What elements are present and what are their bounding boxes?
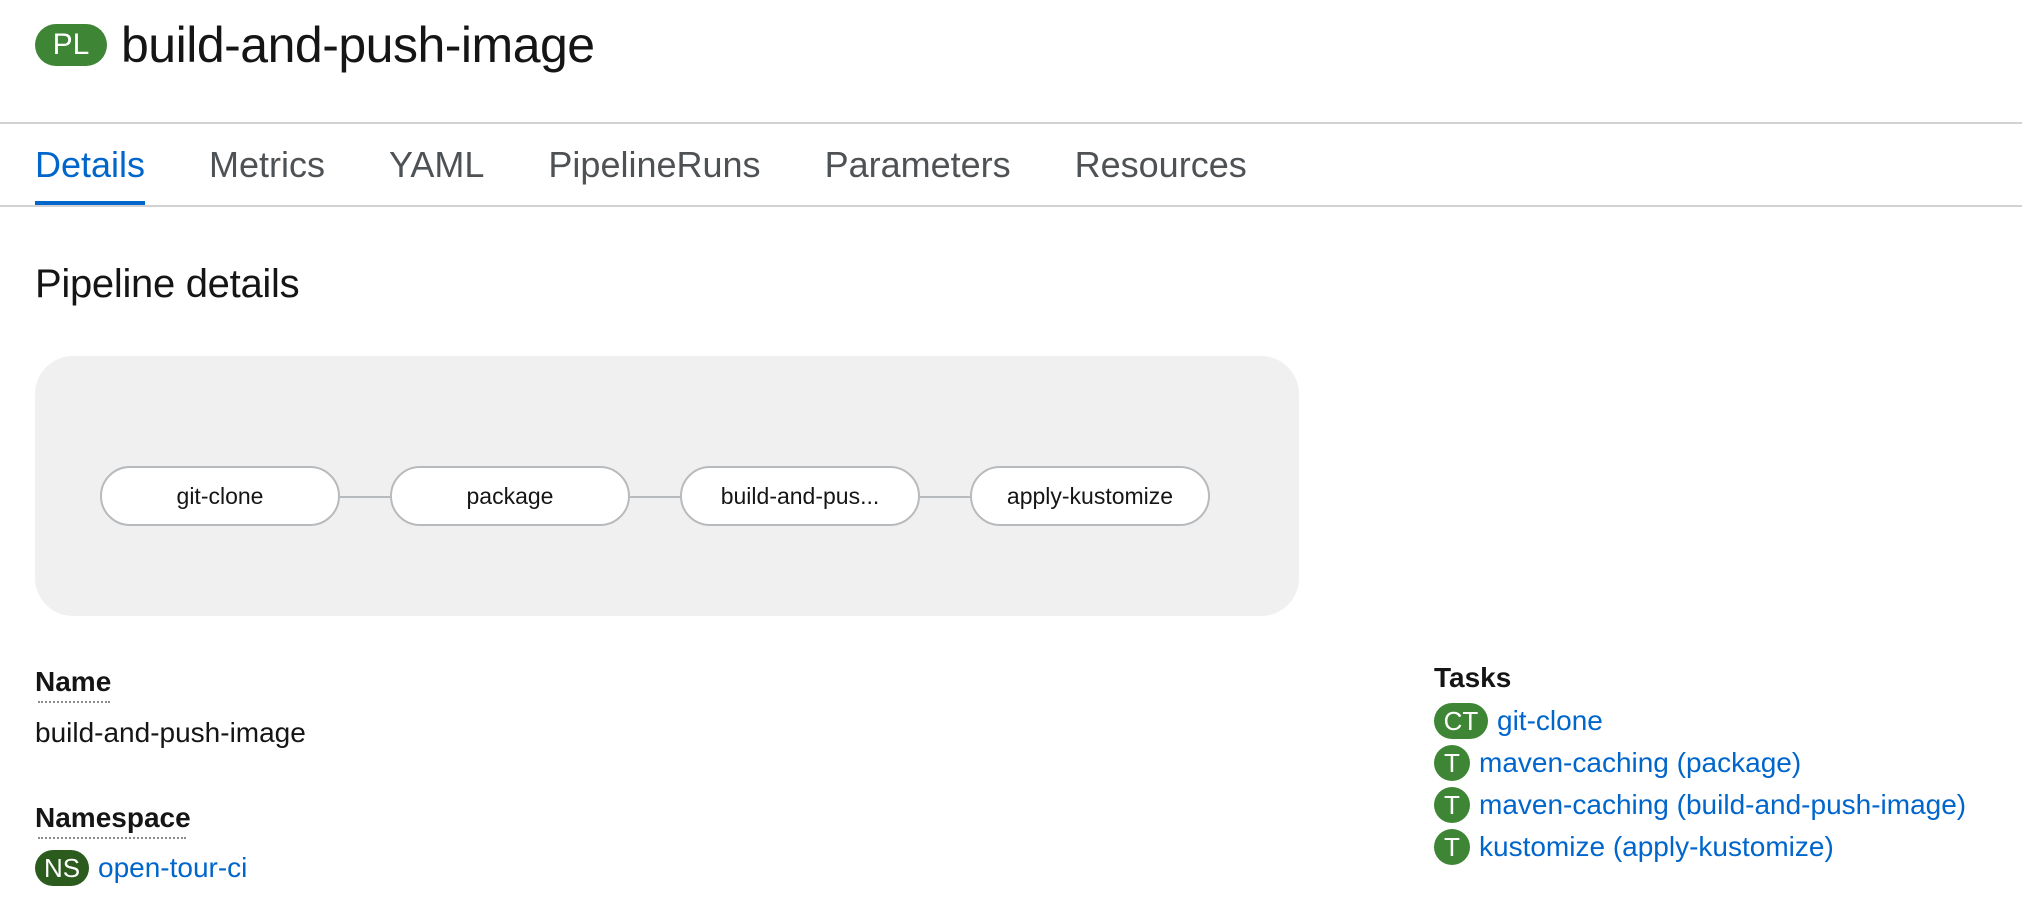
name-value: build-and-push-image — [35, 717, 306, 748]
namespace-value: NS open-tour-ci — [35, 850, 247, 886]
tab-resources[interactable]: Resources — [1075, 124, 1247, 205]
tab-parameters[interactable]: Parameters — [825, 124, 1011, 205]
clustertask-badge: CT — [1434, 703, 1488, 739]
tasks-list: Tasks CT git-clone T maven-caching (pack… — [1434, 662, 1966, 868]
page-title: build-and-push-image — [121, 17, 595, 73]
tab-metrics[interactable]: Metrics — [209, 124, 325, 205]
task-badge: T — [1434, 829, 1470, 865]
task-link-kustomize-apply-kustomize[interactable]: kustomize (apply-kustomize) — [1479, 831, 1834, 863]
pipeline-node-package[interactable]: package — [390, 466, 630, 526]
pipeline-node-apply-kustomize[interactable]: apply-kustomize — [970, 466, 1210, 526]
task-badge: T — [1434, 745, 1470, 781]
pipeline-node-git-clone[interactable]: git-clone — [100, 466, 340, 526]
name-label: Name — [35, 666, 112, 697]
tab-yaml[interactable]: YAML — [389, 124, 484, 205]
pipeline-connector — [920, 496, 970, 498]
task-item: T maven-caching (build-and-push-image) — [1434, 784, 1966, 826]
tasks-label: Tasks — [1434, 662, 1512, 693]
pipeline-node-build-and-push[interactable]: build-and-pus... — [680, 466, 920, 526]
namespace-label: Namespace — [35, 802, 191, 833]
pipeline-connector — [630, 496, 680, 498]
pipeline-connector — [340, 496, 390, 498]
task-link-maven-caching-build-and-push-image[interactable]: maven-caching (build-and-push-image) — [1479, 789, 1966, 821]
pipeline-details-page: PL build-and-push-image Details Metrics … — [0, 0, 2022, 905]
namespace-label-underline — [38, 837, 186, 839]
pipeline-kind-badge: PL — [35, 24, 107, 66]
tabs-divider — [0, 205, 2022, 207]
tab-details[interactable]: Details — [35, 124, 146, 206]
task-item: T maven-caching (package) — [1434, 742, 1966, 784]
task-link-git-clone[interactable]: git-clone — [1497, 705, 1603, 737]
task-badge: T — [1434, 787, 1470, 823]
section-title: Pipeline details — [35, 262, 300, 306]
task-item: T kustomize (apply-kustomize) — [1434, 826, 1966, 868]
page-header: PL build-and-push-image — [35, 10, 595, 80]
tab-bar: Details Metrics YAML PipelineRuns Parame… — [35, 124, 1311, 207]
namespace-badge: NS — [35, 850, 89, 886]
task-item: CT git-clone — [1434, 700, 1966, 742]
task-link-maven-caching-package[interactable]: maven-caching (package) — [1479, 747, 1801, 779]
tab-pipelineruns[interactable]: PipelineRuns — [548, 124, 760, 205]
name-label-underline — [38, 701, 110, 703]
namespace-link[interactable]: open-tour-ci — [98, 852, 247, 884]
